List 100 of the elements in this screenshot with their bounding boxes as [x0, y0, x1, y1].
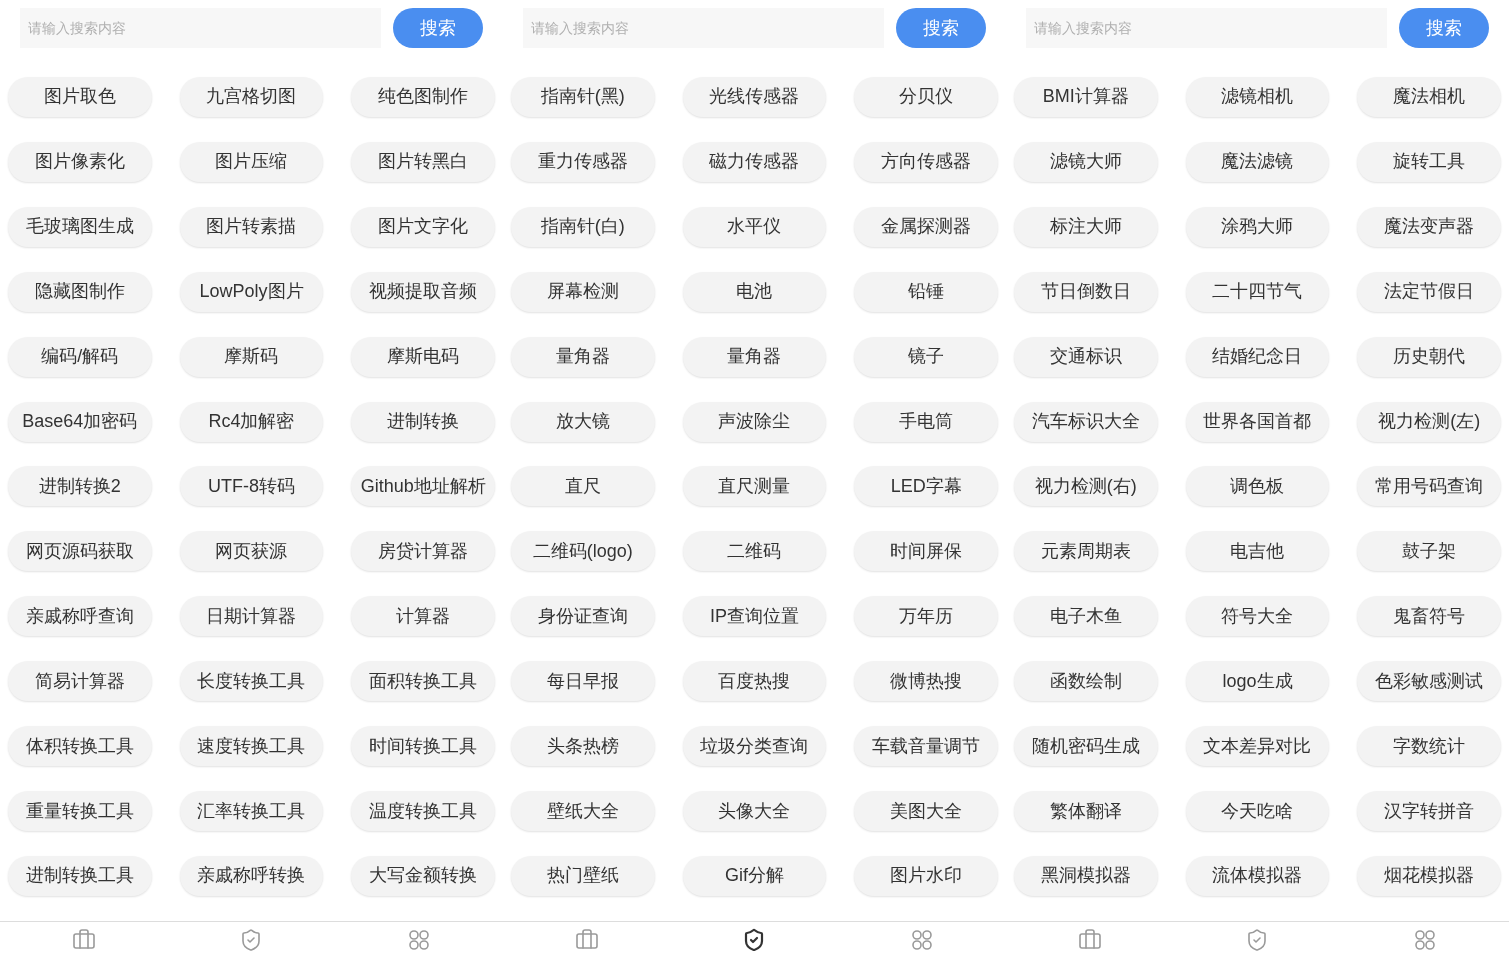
tool-button[interactable]: 分贝仪: [854, 76, 998, 117]
tool-button[interactable]: 节日倒数日: [1014, 271, 1158, 312]
apps-icon[interactable]: [1413, 927, 1438, 952]
tool-button[interactable]: 屏幕检测: [511, 271, 655, 312]
tool-button[interactable]: 法定节假日: [1357, 271, 1501, 312]
tool-button[interactable]: 金属探测器: [854, 206, 998, 247]
tool-button[interactable]: 结婚纪念日: [1185, 336, 1330, 377]
tool-button[interactable]: 常用号码查询: [1357, 466, 1501, 507]
tool-button[interactable]: LED字幕: [854, 466, 998, 507]
tool-button[interactable]: 图片像素化: [8, 141, 152, 182]
tool-button[interactable]: 重力传感器: [511, 141, 655, 182]
tool-button[interactable]: 身份证查询: [511, 596, 655, 637]
tool-button[interactable]: 进制转换工具: [8, 856, 152, 896]
apps-icon[interactable]: [910, 927, 935, 952]
tool-button[interactable]: 网页获源: [179, 531, 324, 572]
tool-button[interactable]: 时间转换工具: [351, 726, 495, 767]
tool-button[interactable]: 网页源码获取: [8, 531, 152, 572]
tool-button[interactable]: 视频提取音频: [351, 271, 495, 312]
tool-button[interactable]: 电池: [682, 271, 827, 312]
tool-button[interactable]: 编码/解码: [8, 336, 152, 377]
tool-button[interactable]: 色彩敏感测试: [1357, 661, 1501, 702]
tool-button[interactable]: 汽车标识大全: [1014, 401, 1158, 442]
tool-button[interactable]: 房贷计算器: [351, 531, 495, 572]
tool-button[interactable]: Base64加密码: [8, 401, 152, 442]
tool-button[interactable]: 魔法滤镜: [1185, 141, 1330, 182]
tool-button[interactable]: 进制转换2: [8, 466, 152, 507]
tool-button[interactable]: 纯色图制作: [351, 76, 495, 117]
tool-button[interactable]: 百度热搜: [682, 661, 827, 702]
tool-button[interactable]: 函数绘制: [1014, 661, 1158, 702]
tool-button[interactable]: 图片水印: [854, 856, 998, 896]
tool-button[interactable]: 指南针(黑): [511, 76, 655, 117]
apps-icon[interactable]: [407, 927, 432, 952]
tool-button[interactable]: 美图大全: [854, 791, 998, 832]
tool-button[interactable]: 隐藏图制作: [8, 271, 152, 312]
tool-button[interactable]: 镜子: [854, 336, 998, 377]
tool-button[interactable]: 重量转换工具: [8, 791, 152, 832]
tool-button[interactable]: LowPoly图片: [179, 271, 324, 312]
tool-button[interactable]: 日期计算器: [179, 596, 324, 637]
tool-button[interactable]: 九宫格切图: [179, 76, 324, 117]
tool-button[interactable]: 方向传感器: [854, 141, 998, 182]
tool-button[interactable]: 魔法变声器: [1357, 206, 1501, 247]
tool-button[interactable]: 调色板: [1185, 466, 1330, 507]
tool-button[interactable]: 流体模拟器: [1185, 856, 1330, 896]
tool-button[interactable]: 二维码: [682, 531, 827, 572]
tool-button[interactable]: logo生成: [1185, 661, 1330, 702]
briefcase-icon[interactable]: [1077, 927, 1102, 952]
briefcase-icon[interactable]: [71, 927, 96, 952]
tool-button[interactable]: 时间屏保: [854, 531, 998, 572]
tool-button[interactable]: 汇率转换工具: [179, 791, 324, 832]
tool-button[interactable]: 温度转换工具: [351, 791, 495, 832]
tool-button[interactable]: 摩斯码: [179, 336, 324, 377]
tool-button[interactable]: 速度转换工具: [179, 726, 324, 767]
tool-button[interactable]: 旋转工具: [1357, 141, 1501, 182]
tool-button[interactable]: 历史朝代: [1357, 336, 1501, 377]
tool-button[interactable]: 烟花模拟器: [1357, 856, 1501, 896]
tool-button[interactable]: 体积转换工具: [8, 726, 152, 767]
tool-button[interactable]: 进制转换: [351, 401, 495, 442]
tool-button[interactable]: 标注大师: [1014, 206, 1158, 247]
tool-button[interactable]: 元素周期表: [1014, 531, 1158, 572]
tool-button[interactable]: 图片文字化: [351, 206, 495, 247]
tool-button[interactable]: 电子木鱼: [1014, 596, 1158, 637]
tool-button[interactable]: 魔法相机: [1357, 76, 1501, 117]
tool-button[interactable]: 文本差异对比: [1185, 726, 1330, 767]
tool-button[interactable]: 亲戚称呼查询: [8, 596, 152, 637]
tool-button[interactable]: 图片转黑白: [351, 141, 495, 182]
tool-button[interactable]: 头条热榜: [511, 726, 655, 767]
tool-button[interactable]: 摩斯电码: [351, 336, 495, 377]
tool-button[interactable]: 车载音量调节: [854, 726, 998, 767]
tool-button[interactable]: 随机密码生成: [1014, 726, 1158, 767]
tool-button[interactable]: 面积转换工具: [351, 661, 495, 702]
tool-button[interactable]: Gif分解: [682, 856, 827, 896]
tool-button[interactable]: 壁纸大全: [511, 791, 655, 832]
briefcase-icon[interactable]: [574, 927, 599, 952]
tool-button[interactable]: 头像大全: [682, 791, 827, 832]
tool-button[interactable]: 微博热搜: [854, 661, 998, 702]
tool-button[interactable]: Github地址解析: [351, 466, 495, 507]
tool-button[interactable]: 世界各国首都: [1185, 401, 1330, 442]
tool-button[interactable]: 万年历: [854, 596, 998, 637]
tool-button[interactable]: 繁体翻译: [1014, 791, 1158, 832]
tool-button[interactable]: 指南针(白): [511, 206, 655, 247]
tool-button[interactable]: 视力检测(右): [1014, 466, 1158, 507]
tool-button[interactable]: 声波除尘: [682, 401, 827, 442]
tool-button[interactable]: UTF-8转码: [179, 466, 324, 507]
tool-button[interactable]: 交通标识: [1014, 336, 1158, 377]
tool-button[interactable]: 磁力传感器: [682, 141, 827, 182]
tool-button[interactable]: 水平仪: [682, 206, 827, 247]
tool-button[interactable]: 长度转换工具: [179, 661, 324, 702]
tool-button[interactable]: 量角器: [682, 336, 827, 377]
tool-button[interactable]: 涂鸦大师: [1185, 206, 1330, 247]
tool-button[interactable]: 毛玻璃图生成: [8, 206, 152, 247]
search-field[interactable]: 请输入搜索内容: [523, 8, 884, 48]
tool-button[interactable]: 光线传感器: [682, 76, 827, 117]
tool-button[interactable]: Rc4加解密: [179, 401, 324, 442]
tool-button[interactable]: 视力检测(左): [1357, 401, 1501, 442]
tool-button[interactable]: 放大镜: [511, 401, 655, 442]
tool-button[interactable]: 量角器: [511, 336, 655, 377]
tool-button[interactable]: 简易计算器: [8, 661, 152, 702]
tool-button[interactable]: 鬼畜符号: [1357, 596, 1501, 637]
tool-button[interactable]: 符号大全: [1185, 596, 1330, 637]
tool-button[interactable]: 亲戚称呼转换: [179, 856, 324, 896]
